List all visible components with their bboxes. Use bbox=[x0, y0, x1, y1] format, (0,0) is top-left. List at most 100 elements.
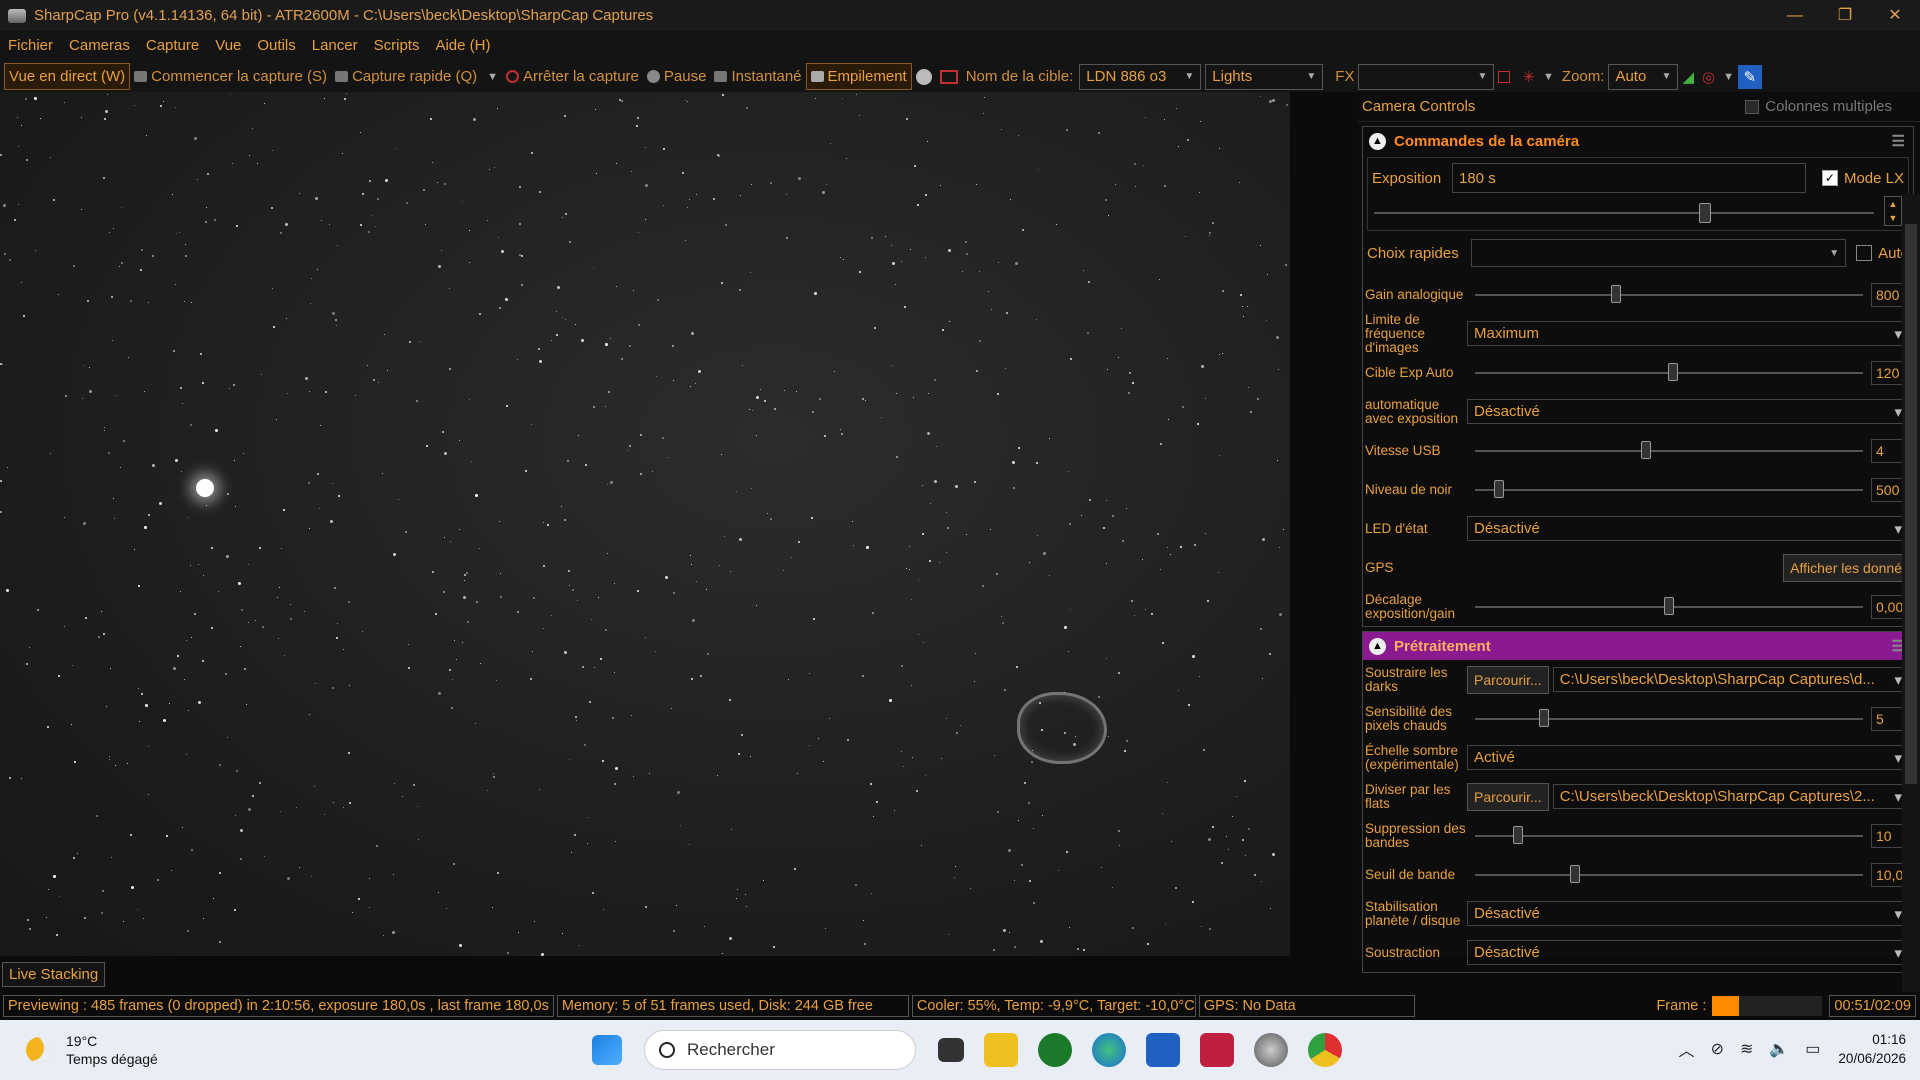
control-slider[interactable] bbox=[1475, 864, 1863, 883]
control-slider[interactable] bbox=[1475, 479, 1863, 498]
exposure-slider-thumb[interactable] bbox=[1699, 203, 1711, 223]
exposure-slider[interactable]: ▲ ▼ bbox=[1372, 196, 1904, 226]
control-select[interactable]: Désactivé ▾ bbox=[1467, 901, 1909, 926]
star bbox=[1101, 867, 1102, 868]
star bbox=[473, 118, 476, 121]
control-button[interactable]: Parcourir... bbox=[1467, 782, 1549, 811]
crosshair-button[interactable]: ✳ ▼ bbox=[1494, 63, 1557, 90]
slider-thumb[interactable] bbox=[1611, 284, 1622, 303]
record-icon-button[interactable] bbox=[912, 63, 936, 90]
control-slider[interactable] bbox=[1475, 362, 1863, 381]
annotate-button[interactable]: ✎ bbox=[1737, 64, 1762, 89]
volume-icon[interactable]: 🔈 bbox=[1769, 1039, 1789, 1059]
wifi-icon[interactable]: ≋ bbox=[1740, 1039, 1753, 1059]
preprocessing-header[interactable]: ▲ Prétraitement ☰ bbox=[1363, 632, 1913, 660]
control-select[interactable]: Activé ▾ bbox=[1467, 745, 1909, 770]
snapshot-button[interactable]: Instantané bbox=[710, 63, 805, 90]
battery-icon[interactable]: ▭ bbox=[1805, 1039, 1820, 1059]
star bbox=[148, 302, 149, 303]
quick-choice-select[interactable]: ▼ bbox=[1471, 239, 1847, 267]
menu-fichier[interactable]: Fichier bbox=[0, 31, 61, 61]
scrollbar-thumb[interactable] bbox=[1905, 224, 1917, 784]
control-select[interactable]: Maximum ▾ bbox=[1467, 321, 1909, 346]
slider-thumb[interactable] bbox=[1569, 864, 1580, 883]
star bbox=[398, 499, 399, 500]
task-view-icon[interactable] bbox=[938, 1038, 964, 1062]
star bbox=[171, 870, 172, 871]
menu-outils[interactable]: Outils bbox=[249, 31, 303, 61]
menu-capture[interactable]: Capture bbox=[138, 31, 207, 61]
control-select[interactable]: Désactivé ▾ bbox=[1467, 940, 1909, 965]
camera-section-header[interactable]: ▲ Commandes de la caméra ☰ bbox=[1363, 127, 1913, 155]
star bbox=[82, 398, 83, 399]
slider-thumb[interactable] bbox=[1641, 440, 1652, 459]
chrome-icon[interactable] bbox=[1308, 1033, 1342, 1067]
hamburger-icon[interactable]: ☰ bbox=[1892, 132, 1905, 150]
control-slider[interactable] bbox=[1475, 284, 1863, 303]
start-icon[interactable] bbox=[592, 1035, 622, 1065]
control-button[interactable]: Afficher les donné bbox=[1783, 553, 1909, 582]
slider-thumb[interactable] bbox=[1667, 362, 1678, 381]
search-box[interactable]: Rechercher bbox=[644, 1030, 916, 1070]
zoom-select[interactable]: Auto ▼ bbox=[1608, 63, 1679, 90]
menu-aide[interactable]: Aide (H) bbox=[427, 31, 498, 61]
exposure-spinner[interactable]: ▲ ▼ bbox=[1884, 196, 1902, 226]
control-select[interactable]: Désactivé ▾ bbox=[1467, 399, 1909, 424]
quick-capture-button[interactable]: Capture rapide (Q) ▼ bbox=[331, 63, 502, 90]
stellarium-icon[interactable] bbox=[1038, 1033, 1072, 1067]
collapse-icon[interactable]: ▲ bbox=[1369, 637, 1386, 655]
app-red-icon[interactable] bbox=[1200, 1033, 1234, 1067]
control-select[interactable]: Désactivé ▾ bbox=[1467, 516, 1909, 541]
control-slider[interactable] bbox=[1475, 708, 1863, 727]
frame-type-select[interactable]: Lights ▼ bbox=[1205, 63, 1324, 90]
control-slider[interactable] bbox=[1475, 440, 1863, 459]
display-button[interactable] bbox=[936, 63, 962, 90]
menu-scripts[interactable]: Scripts bbox=[366, 31, 428, 61]
control-slider[interactable] bbox=[1475, 825, 1863, 844]
exposure-input[interactable]: 180 s bbox=[1452, 163, 1806, 193]
maximize-button[interactable]: ❐ bbox=[1820, 0, 1870, 31]
target-name-value: LDN 886 o3 bbox=[1086, 68, 1167, 85]
control-button[interactable]: Parcourir... bbox=[1467, 665, 1549, 694]
menu-cameras[interactable]: Cameras bbox=[61, 31, 138, 61]
fx-select[interactable]: ▼ bbox=[1358, 63, 1495, 90]
star bbox=[332, 483, 333, 484]
slider-thumb[interactable] bbox=[1664, 596, 1674, 615]
histogram-button[interactable]: ◢ bbox=[1678, 63, 1698, 90]
close-button[interactable]: ✕ bbox=[1870, 0, 1920, 31]
sharpcap-icon[interactable] bbox=[1254, 1033, 1288, 1067]
weather-widget[interactable]: 19°C Temps dégagé bbox=[26, 1032, 158, 1068]
collapse-icon[interactable]: ▲ bbox=[1369, 132, 1386, 150]
multi-columns-toggle[interactable]: Colonnes multiples bbox=[1745, 98, 1892, 115]
store-icon[interactable] bbox=[1146, 1033, 1180, 1067]
chevron-down-icon[interactable]: ▼ bbox=[487, 71, 498, 83]
menu-lancer[interactable]: Lancer bbox=[304, 31, 366, 61]
live-stacking-tab[interactable]: Live Stacking bbox=[2, 962, 106, 987]
auto-checkbox[interactable] bbox=[1856, 245, 1873, 261]
menu-vue[interactable]: Vue bbox=[207, 31, 249, 61]
timer-button[interactable]: ◎ ▼ bbox=[1698, 63, 1738, 90]
clock[interactable]: 01:16 20/06/2026 bbox=[1838, 1030, 1906, 1068]
panel-scrollbar[interactable] bbox=[1902, 194, 1920, 1044]
target-name-select[interactable]: LDN 886 o3 ▼ bbox=[1079, 63, 1202, 90]
pause-button[interactable]: Pause bbox=[643, 63, 711, 90]
lx-mode-checkbox[interactable]: ✓ bbox=[1821, 170, 1838, 186]
multi-columns-checkbox[interactable] bbox=[1745, 99, 1760, 114]
network-off-icon[interactable]: ⊘ bbox=[1711, 1039, 1724, 1059]
control-select[interactable]: C:\Users\beck\Desktop\SharpCap Captures\… bbox=[1552, 784, 1909, 809]
file-explorer-icon[interactable] bbox=[984, 1033, 1018, 1067]
start-capture-button[interactable]: Commencer la capture (S) bbox=[130, 63, 331, 90]
slider-thumb[interactable] bbox=[1539, 708, 1550, 727]
slider-thumb[interactable] bbox=[1493, 479, 1504, 498]
minimize-button[interactable]: — bbox=[1770, 0, 1820, 31]
edge-icon[interactable] bbox=[1092, 1033, 1126, 1067]
chevron-up-icon[interactable]: ︿ bbox=[1679, 1037, 1695, 1061]
stop-capture-button[interactable]: Arrêter la capture bbox=[502, 63, 643, 90]
control-select[interactable]: C:\Users\beck\Desktop\SharpCap Captures\… bbox=[1552, 667, 1909, 692]
live-image-view[interactable] bbox=[0, 92, 1290, 956]
live-view-button[interactable]: Vue en direct (W) bbox=[4, 63, 131, 90]
control-slider[interactable] bbox=[1475, 596, 1863, 615]
slider-thumb[interactable] bbox=[1512, 825, 1523, 844]
star bbox=[1135, 186, 1136, 187]
stacking-button[interactable]: Empilement bbox=[805, 63, 912, 90]
